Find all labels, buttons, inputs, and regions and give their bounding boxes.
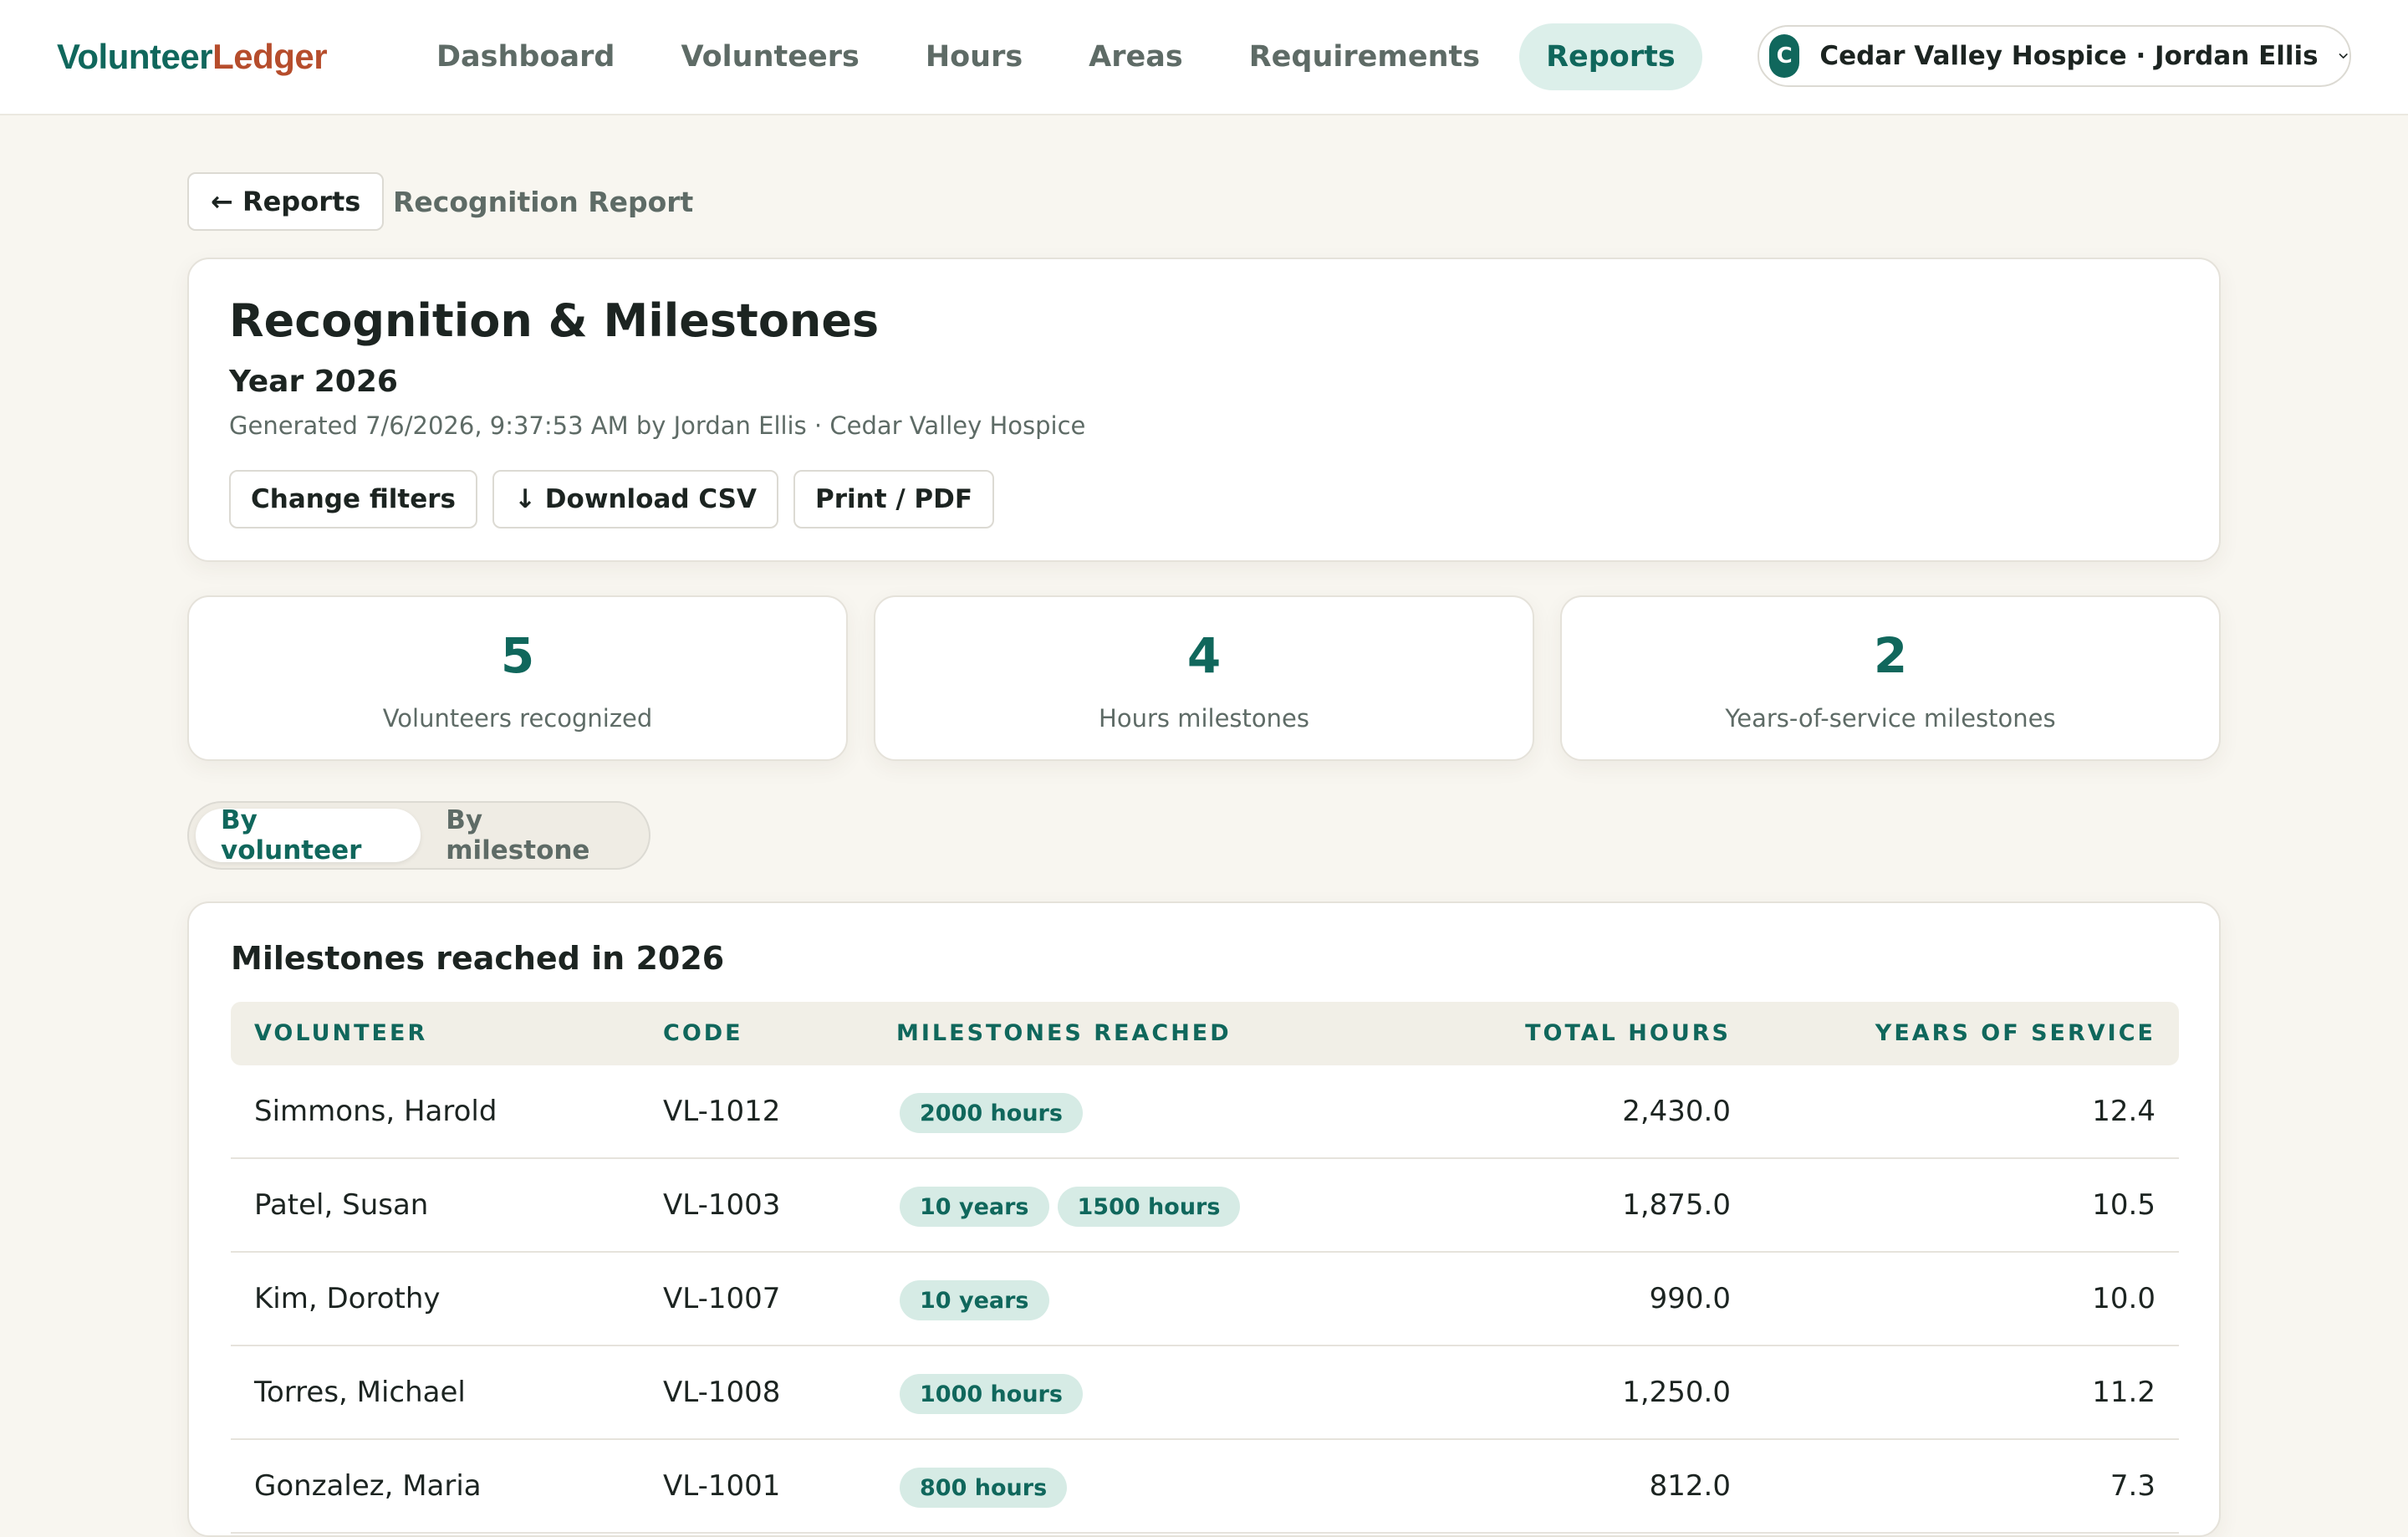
cell-total-hours: 2,430.0 [1622, 1095, 1731, 1128]
stat-label: Volunteers recognized [382, 704, 653, 733]
nav-item-volunteers[interactable]: Volunteers [654, 23, 885, 90]
cell-years: 11.2 [2092, 1376, 2155, 1409]
nav-item-areas[interactable]: Areas [1062, 23, 1210, 90]
download-csv-button[interactable]: ↓ Download CSV [492, 470, 778, 529]
logo-part-ledger: Ledger [212, 37, 328, 76]
nav-item-hours[interactable]: Hours [899, 23, 1049, 90]
table-row[interactable]: Torres, Michael VL-1008 1000 hours 1,250… [231, 1346, 2179, 1440]
milestone-badges: 10 years [900, 1280, 1058, 1320]
back-to-reports-button[interactable]: ← Reports [187, 172, 385, 231]
tab-by-volunteer[interactable]: By volunteer [196, 805, 421, 866]
cell-volunteer: Torres, Michael [254, 1376, 466, 1409]
column-header-code[interactable]: CODE [663, 1002, 743, 1065]
milestone-badge: 2000 hours [900, 1093, 1083, 1133]
app-logo[interactable]: VolunteerLedger [57, 37, 328, 77]
cell-total-hours: 1,875.0 [1622, 1188, 1731, 1222]
cell-code: VL-1001 [663, 1469, 781, 1503]
top-navigation-bar: VolunteerLedger Dashboard Volunteers Hou… [0, 0, 2408, 115]
cell-years: 7.3 [2110, 1469, 2155, 1503]
tab-by-milestone[interactable]: By milestone [421, 805, 649, 866]
cell-volunteer: Simmons, Harold [254, 1095, 497, 1128]
milestone-badges: 1000 hours [900, 1374, 1091, 1414]
table-title: Milestones reached in 2026 [231, 940, 725, 977]
milestones-table-card: Milestones reached in 2026 VOLUNTEER COD… [187, 901, 2221, 1537]
table-row[interactable]: Simmons, Harold VL-1012 2000 hours 2,430… [231, 1065, 2179, 1159]
milestone-badges: 800 hours [900, 1468, 1075, 1508]
milestone-badge: 800 hours [900, 1468, 1068, 1508]
nav-item-reports[interactable]: Reports [1519, 23, 1702, 90]
cell-volunteer: Kim, Dorothy [254, 1282, 441, 1315]
table-header: VOLUNTEER CODE MILESTONES REACHED TOTAL … [231, 1002, 2179, 1065]
print-pdf-button[interactable]: Print / PDF [793, 470, 995, 529]
cell-volunteer: Gonzalez, Maria [254, 1469, 482, 1503]
cell-years: 12.4 [2092, 1095, 2155, 1128]
column-header-total-hours[interactable]: TOTAL HOURS [1525, 1002, 1731, 1065]
stat-value: 4 [1186, 627, 1222, 684]
table-row[interactable]: Gonzalez, Maria VL-1001 800 hours 812.0 … [231, 1440, 2179, 1534]
milestone-badge: 10 years [900, 1280, 1049, 1320]
account-switcher[interactable]: C Cedar Valley Hospice · Jordan Ellis [1758, 25, 2351, 87]
breadcrumb-current: Recognition Report [393, 186, 694, 218]
cell-total-hours: 990.0 [1649, 1282, 1731, 1315]
logo-part-volunteer: Volunteer [57, 37, 213, 76]
cell-volunteer: Patel, Susan [254, 1188, 429, 1222]
cell-years: 10.5 [2092, 1188, 2155, 1222]
milestone-badge: 1000 hours [900, 1374, 1083, 1414]
stat-label: Hours milestones [1099, 704, 1309, 733]
view-toggle: By volunteer By milestone [187, 801, 650, 870]
stat-card-volunteers-recognized: 5 Volunteers recognized [187, 595, 848, 761]
milestone-badge: 1500 hours [1057, 1187, 1241, 1227]
cell-code: VL-1012 [663, 1095, 781, 1128]
column-header-volunteer[interactable]: VOLUNTEER [254, 1002, 427, 1065]
change-filters-button[interactable]: Change filters [229, 470, 478, 529]
page-title: Recognition & Milestones [229, 294, 880, 347]
stat-value: 2 [1873, 627, 1908, 684]
stat-value: 5 [500, 627, 535, 684]
milestone-badges: 10 years 1500 hours [900, 1187, 1248, 1227]
main-nav: Dashboard Volunteers Hours Areas Require… [410, 23, 1715, 90]
milestone-badges: 2000 hours [900, 1093, 1091, 1133]
column-header-years[interactable]: YEARS OF SERVICE [1875, 1002, 2155, 1065]
nav-item-requirements[interactable]: Requirements [1222, 23, 1507, 90]
report-actions: Change filters ↓ Download CSV Print / PD… [229, 470, 1009, 529]
nav-item-dashboard[interactable]: Dashboard [410, 23, 641, 90]
cell-total-hours: 1,250.0 [1622, 1376, 1731, 1409]
cell-code: VL-1007 [663, 1282, 781, 1315]
avatar: C [1769, 34, 1800, 78]
report-header-card: Recognition & Milestones Year 2026 Gener… [187, 258, 2221, 562]
stat-card-years-milestones: 2 Years-of-service milestones [1560, 595, 2221, 761]
stat-label: Years-of-service milestones [1725, 704, 2056, 733]
cell-total-hours: 812.0 [1649, 1469, 1731, 1503]
cell-years: 10.0 [2092, 1282, 2155, 1315]
table-row[interactable]: Patel, Susan VL-1003 10 years 1500 hours… [231, 1159, 2179, 1253]
milestone-badge: 10 years [900, 1187, 1049, 1227]
report-year: Year 2026 [229, 365, 398, 399]
cell-code: VL-1003 [663, 1188, 781, 1222]
account-label: Cedar Valley Hospice · Jordan Ellis [1819, 41, 2319, 71]
table-row[interactable]: Kim, Dorothy VL-1007 10 years 990.0 10.0 [231, 1253, 2179, 1346]
column-header-milestones[interactable]: MILESTONES REACHED [896, 1002, 1232, 1065]
stat-card-hours-milestones: 4 Hours milestones [874, 595, 1534, 761]
chevron-down-icon [2339, 54, 2348, 59]
generated-info: Generated 7/6/2026, 9:37:53 AM by Jordan… [229, 411, 1086, 440]
cell-code: VL-1008 [663, 1376, 781, 1409]
